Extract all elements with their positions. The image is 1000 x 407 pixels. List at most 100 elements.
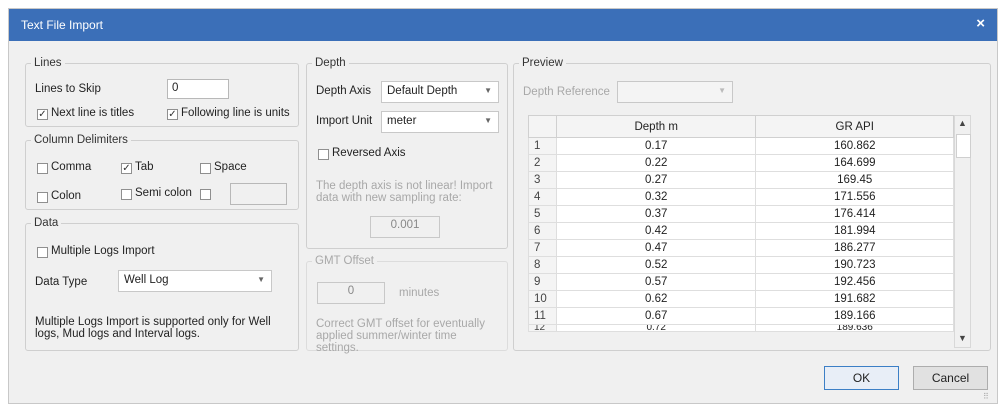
colon-checkbox[interactable] <box>37 192 48 203</box>
table-row[interactable]: 11 0.67 189.166 <box>528 307 954 325</box>
import-unit-value: meter <box>387 115 417 127</box>
gr-cell: 191.682 <box>755 290 954 308</box>
chevron-down-icon: ▼ <box>484 116 492 125</box>
data-group: Data Multiple Logs Import Data Type Well… <box>25 217 299 351</box>
gr-cell: 189.166 <box>755 307 954 325</box>
scroll-down-icon[interactable]: ▼ <box>958 333 967 343</box>
comma-checkbox[interactable] <box>37 163 48 174</box>
depth-cell: 0.72 <box>555 324 757 332</box>
multiple-logs-note: Multiple Logs Import is supported only f… <box>35 316 271 340</box>
comma-label: Comma <box>51 161 92 173</box>
following-units-checkbox[interactable]: ✓ <box>167 109 178 120</box>
depth-axis-label: Depth Axis <box>316 85 371 97</box>
table-row[interactable]: 3 0.27 169.45 <box>528 171 954 189</box>
depth-cell: 0.67 <box>555 307 757 325</box>
table-row[interactable]: 6 0.42 181.994 <box>528 222 954 240</box>
depth-cell: 0.32 <box>555 188 757 206</box>
chevron-down-icon: ▼ <box>718 86 726 95</box>
gr-cell: 192.456 <box>755 273 954 291</box>
table-row[interactable]: 1 0.17 160.862 <box>528 137 954 155</box>
multiple-logs-label: Multiple Logs Import <box>51 245 155 257</box>
gr-cell: 160.862 <box>755 137 954 155</box>
import-unit-label: Import Unit <box>316 115 373 127</box>
sampling-rate-input[interactable]: 0.001 <box>370 216 440 238</box>
vertical-scrollbar[interactable]: ▲ ▼ <box>954 115 971 348</box>
gr-cell: 190.723 <box>755 256 954 274</box>
cancel-button[interactable]: Cancel <box>913 366 988 390</box>
table-row[interactable]: 12 0.72 189.636 <box>528 324 954 332</box>
depth-cell: 0.57 <box>555 273 757 291</box>
next-line-titles-checkbox[interactable]: ✓ <box>37 109 48 120</box>
space-label: Space <box>214 161 247 173</box>
table-row[interactable]: 9 0.57 192.456 <box>528 273 954 291</box>
table-row[interactable]: 10 0.62 191.682 <box>528 290 954 308</box>
depth-cell: 0.22 <box>555 154 757 172</box>
corner-header <box>528 115 557 138</box>
row-number: 12 <box>528 324 557 332</box>
row-number: 9 <box>528 273 557 291</box>
reversed-axis-checkbox[interactable] <box>318 149 329 160</box>
row-number: 4 <box>528 188 557 206</box>
close-icon[interactable]: × <box>976 15 985 32</box>
depth-axis-select[interactable]: Default Depth ▼ <box>381 81 499 103</box>
chevron-down-icon: ▼ <box>257 275 265 284</box>
depth-reference-select[interactable]: ▼ <box>617 81 733 103</box>
lines-group: Lines Lines to Skip 0 ✓ Next line is tit… <box>25 57 299 127</box>
table-row[interactable]: 5 0.37 176.414 <box>528 205 954 223</box>
column-delimiters-group: Column Delimiters Comma ✓ Tab Space Colo… <box>25 134 299 210</box>
column-header[interactable]: Depth m <box>555 115 757 138</box>
table-row[interactable]: 8 0.52 190.723 <box>528 256 954 274</box>
row-number: 8 <box>528 256 557 274</box>
depth-cell: 0.42 <box>555 222 757 240</box>
scroll-up-icon[interactable]: ▲ <box>958 118 967 128</box>
lines-to-skip-input[interactable]: 0 <box>167 79 229 99</box>
title-bar: Text File Import × <box>9 9 997 41</box>
data-type-value: Well Log <box>124 274 169 286</box>
tab-checkbox[interactable]: ✓ <box>121 163 132 174</box>
gr-cell: 169.45 <box>755 171 954 189</box>
table-row[interactable]: 2 0.22 164.699 <box>528 154 954 172</box>
data-legend: Data <box>34 217 59 229</box>
gr-cell: 164.699 <box>755 154 954 172</box>
table-header-row: Depth m GR API <box>528 115 954 138</box>
gmt-offset-input[interactable]: 0 <box>317 282 385 304</box>
table-row[interactable]: 4 0.32 171.556 <box>528 188 954 206</box>
preview-table: Depth m GR API 1 0.17 160.862 2 0.22 164.699… <box>528 115 954 332</box>
gmt-offset-group: GMT Offset 0 minutes Correct GMT offset … <box>306 255 508 354</box>
scroll-thumb[interactable] <box>956 134 971 158</box>
depth-group: Depth Depth Axis Default Depth ▼ Import … <box>306 57 508 249</box>
resize-grip-icon[interactable]: ⠿ <box>983 392 989 401</box>
window-title: Text File Import <box>21 18 104 32</box>
semicolon-checkbox[interactable] <box>121 189 132 200</box>
depth-reference-label: Depth Reference <box>523 86 610 98</box>
other-delimiter-checkbox[interactable] <box>200 189 211 200</box>
gmt-offset-note: Correct GMT offset for eventually applie… <box>316 318 485 354</box>
text-file-import-dialog: Text File Import × Lines Lines to Skip 0… <box>8 8 998 404</box>
row-number: 5 <box>528 205 557 223</box>
tab-label: Tab <box>135 161 154 173</box>
row-number: 10 <box>528 290 557 308</box>
gr-cell: 181.994 <box>755 222 954 240</box>
colon-label: Colon <box>51 190 82 202</box>
lines-to-skip-label: Lines to Skip <box>35 83 101 95</box>
depth-axis-value: Default Depth <box>387 85 458 97</box>
depth-cell: 0.52 <box>555 256 757 274</box>
data-type-select[interactable]: Well Log ▼ <box>118 270 272 292</box>
row-number: 1 <box>528 137 557 155</box>
table-row[interactable]: 7 0.47 186.277 <box>528 239 954 257</box>
import-unit-select[interactable]: meter ▼ <box>381 111 499 133</box>
depth-cell: 0.47 <box>555 239 757 257</box>
row-number: 6 <box>528 222 557 240</box>
column-header[interactable]: GR API <box>755 115 954 138</box>
row-number: 2 <box>528 154 557 172</box>
row-number: 11 <box>528 307 557 325</box>
other-delimiter-input[interactable] <box>230 183 287 205</box>
following-units-label: Following line is units <box>181 107 290 119</box>
lines-legend: Lines <box>34 57 62 69</box>
space-checkbox[interactable] <box>200 163 211 174</box>
multiple-logs-checkbox[interactable] <box>37 247 48 258</box>
reversed-axis-label: Reversed Axis <box>332 147 406 159</box>
ok-button[interactable]: OK <box>824 366 899 390</box>
gr-cell: 189.636 <box>755 324 954 332</box>
row-number: 7 <box>528 239 557 257</box>
